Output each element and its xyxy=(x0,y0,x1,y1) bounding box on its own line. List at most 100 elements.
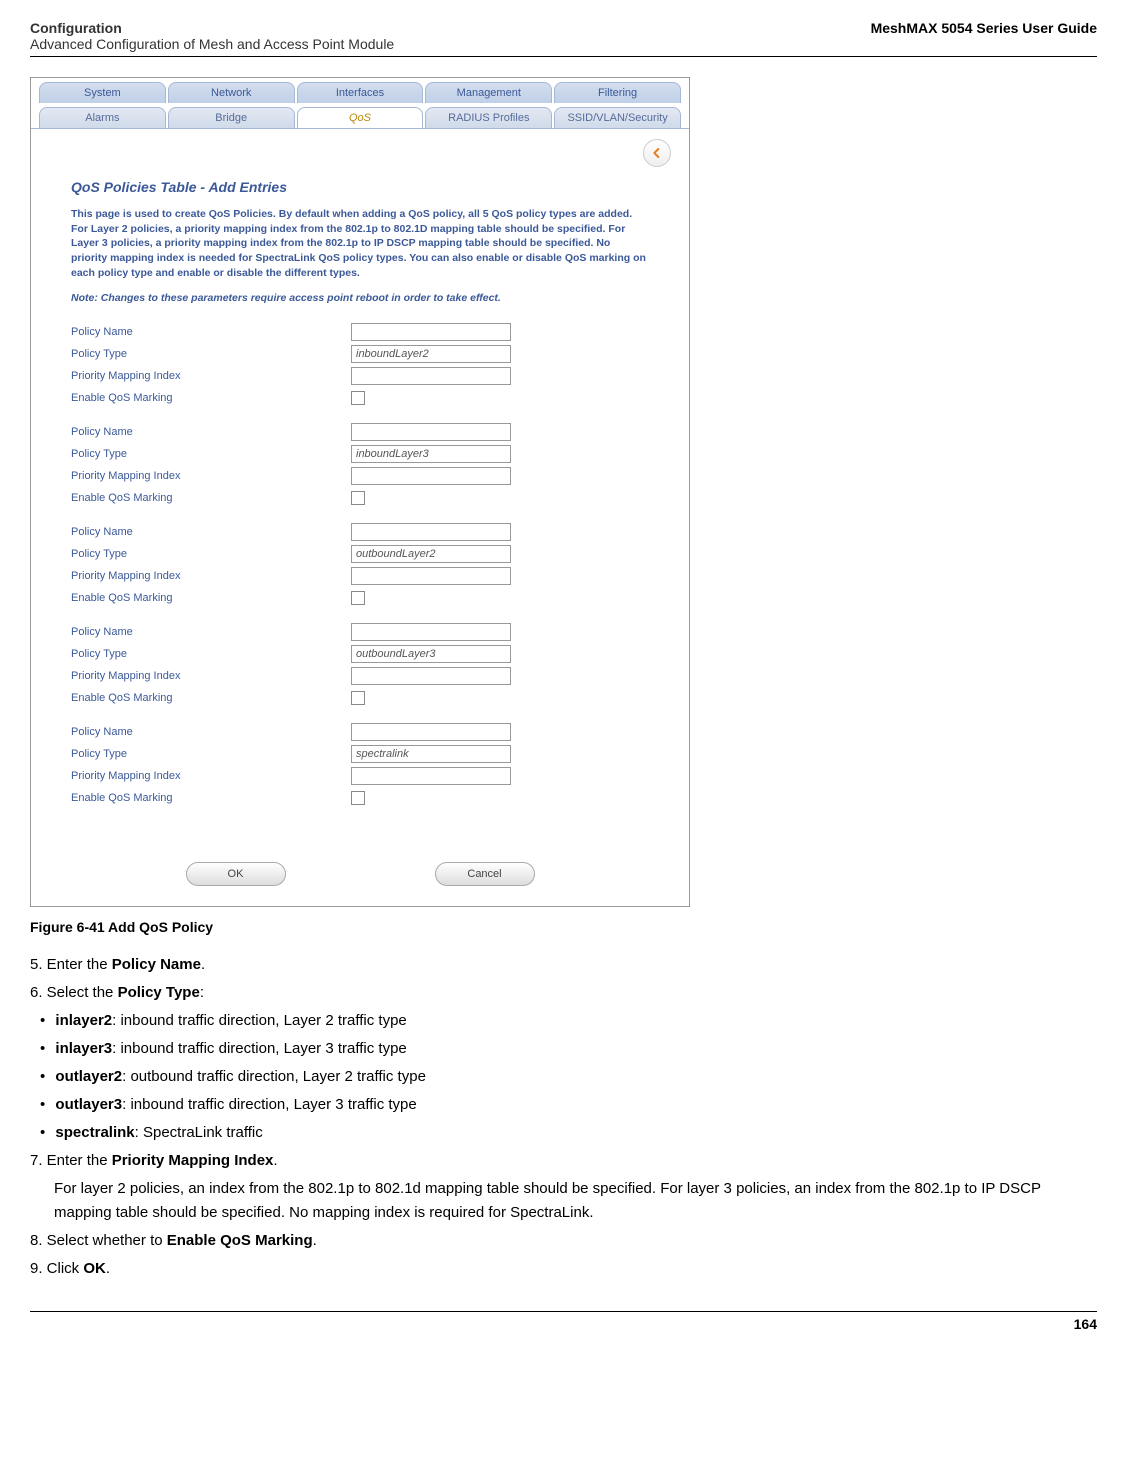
label-enable-qos: Enable QoS Marking xyxy=(71,592,351,604)
input-priority-mapping[interactable] xyxy=(351,567,511,585)
label-priority-mapping: Priority Mapping Index xyxy=(71,770,351,782)
input-policy-type[interactable] xyxy=(351,345,511,363)
tab-network[interactable]: Network xyxy=(168,82,295,103)
button-row: OK Cancel xyxy=(31,842,689,906)
step-9-suffix: . xyxy=(106,1260,110,1277)
bullet-outlayer2: outlayer2: outbound traffic direction, L… xyxy=(54,1065,1097,1089)
form-row-enable-qos: Enable QoS Marking xyxy=(71,488,649,508)
checkbox-enable-qos[interactable] xyxy=(351,691,365,705)
form-row-policy-type: Policy Type xyxy=(71,344,649,364)
bullet-bold: outlayer3 xyxy=(55,1096,122,1113)
form-row-policy-name: Policy Name xyxy=(71,522,649,542)
input-priority-mapping[interactable] xyxy=(351,667,511,685)
step-5: 5. Enter the Policy Name. xyxy=(30,953,1097,977)
bullet-outlayer3: outlayer3: inbound traffic direction, La… xyxy=(54,1093,1097,1117)
label-policy-name: Policy Name xyxy=(71,326,351,338)
step-7: 7. Enter the Priority Mapping Index. xyxy=(30,1149,1097,1173)
tab-interfaces[interactable]: Interfaces xyxy=(297,82,424,103)
tab-content: QoS Policies Table - Add Entries This pa… xyxy=(31,128,689,906)
tab-management[interactable]: Management xyxy=(425,82,552,103)
checkbox-enable-qos[interactable] xyxy=(351,791,365,805)
form-row-policy-type: Policy Type xyxy=(71,744,649,764)
bullet-bold: inlayer2 xyxy=(55,1012,112,1029)
input-priority-mapping[interactable] xyxy=(351,467,511,485)
label-policy-type: Policy Type xyxy=(71,448,351,460)
input-policy-type[interactable] xyxy=(351,445,511,463)
doc-steps: 5. Enter the Policy Name. 6. Select the … xyxy=(30,953,1097,1281)
bullet-rest: : inbound traffic direction, Layer 3 tra… xyxy=(112,1040,407,1057)
bullet-bold: spectralink xyxy=(55,1124,134,1141)
content-area: QoS Policies Table - Add Entries This pa… xyxy=(31,167,689,842)
input-policy-type[interactable] xyxy=(351,545,511,563)
sub-tabs-row: Alarms Bridge QoS RADIUS Profiles SSID/V… xyxy=(31,103,689,128)
input-policy-name[interactable] xyxy=(351,423,511,441)
input-policy-type[interactable] xyxy=(351,745,511,763)
back-button[interactable] xyxy=(643,139,671,167)
form-row-policy-name: Policy Name xyxy=(71,722,649,742)
cancel-button[interactable]: Cancel xyxy=(435,862,535,886)
form-row-enable-qos: Enable QoS Marking xyxy=(71,588,649,608)
form-row-policy-name: Policy Name xyxy=(71,422,649,442)
bullet-inlayer3: inlayer3: inbound traffic direction, Lay… xyxy=(54,1037,1097,1061)
checkbox-enable-qos[interactable] xyxy=(351,391,365,405)
step-7-detail: For layer 2 policies, an index from the … xyxy=(54,1177,1097,1225)
tab-ssid-vlan-security[interactable]: SSID/VLAN/Security xyxy=(554,107,681,128)
label-policy-name: Policy Name xyxy=(71,626,351,638)
label-priority-mapping: Priority Mapping Index xyxy=(71,670,351,682)
label-enable-qos: Enable QoS Marking xyxy=(71,792,351,804)
form-row-enable-qos: Enable QoS Marking xyxy=(71,388,649,408)
form-row-priority-mapping: Priority Mapping Index xyxy=(71,566,649,586)
label-policy-type: Policy Type xyxy=(71,548,351,560)
checkbox-enable-qos[interactable] xyxy=(351,591,365,605)
tab-bridge[interactable]: Bridge xyxy=(168,107,295,128)
form-row-enable-qos: Enable QoS Marking xyxy=(71,788,649,808)
page-footer: 164 xyxy=(30,1311,1097,1332)
label-policy-type: Policy Type xyxy=(71,748,351,760)
page-header: Configuration Advanced Configuration of … xyxy=(30,20,1097,57)
header-right: MeshMAX 5054 Series User Guide xyxy=(871,20,1097,36)
form-row-priority-mapping: Priority Mapping Index xyxy=(71,466,649,486)
tab-filtering[interactable]: Filtering xyxy=(554,82,681,103)
tab-system[interactable]: System xyxy=(39,82,166,103)
label-policy-type: Policy Type xyxy=(71,648,351,660)
step-8-bold: Enable QoS Marking xyxy=(167,1232,313,1249)
page-number: 164 xyxy=(1074,1316,1097,1332)
form-row-priority-mapping: Priority Mapping Index xyxy=(71,766,649,786)
bullet-rest: : inbound traffic direction, Layer 2 tra… xyxy=(112,1012,407,1029)
checkbox-enable-qos[interactable] xyxy=(351,491,365,505)
app-screenshot: System Network Interfaces Management Fil… xyxy=(30,77,690,907)
policy-group: Policy Name Policy Type Priority Mapping… xyxy=(71,422,649,508)
input-policy-name[interactable] xyxy=(351,323,511,341)
form-row-policy-type: Policy Type xyxy=(71,644,649,664)
label-priority-mapping: Priority Mapping Index xyxy=(71,370,351,382)
form-row-policy-type: Policy Type xyxy=(71,444,649,464)
input-priority-mapping[interactable] xyxy=(351,367,511,385)
policy-group: Policy Name Policy Type Priority Mapping… xyxy=(71,622,649,708)
policy-group: Policy Name Policy Type Priority Mapping… xyxy=(71,322,649,408)
content-description: This page is used to create QoS Policies… xyxy=(71,207,649,280)
form-row-policy-name: Policy Name xyxy=(71,622,649,642)
tab-radius-profiles[interactable]: RADIUS Profiles xyxy=(425,107,552,128)
tab-qos[interactable]: QoS xyxy=(297,107,424,128)
bullet-rest: : outbound traffic direction, Layer 2 tr… xyxy=(122,1068,426,1085)
step-9-bold: OK xyxy=(83,1260,106,1277)
input-policy-name[interactable] xyxy=(351,623,511,641)
step-7-prefix: 7. Enter the xyxy=(30,1152,112,1169)
bullet-inlayer2: inlayer2: inbound traffic direction, Lay… xyxy=(54,1009,1097,1033)
bullet-rest: : inbound traffic direction, Layer 3 tra… xyxy=(122,1096,417,1113)
step-6-bold: Policy Type xyxy=(118,984,200,1001)
input-priority-mapping[interactable] xyxy=(351,767,511,785)
form-row-policy-name: Policy Name xyxy=(71,322,649,342)
form-row-priority-mapping: Priority Mapping Index xyxy=(71,666,649,686)
input-policy-type[interactable] xyxy=(351,645,511,663)
input-policy-name[interactable] xyxy=(351,723,511,741)
ok-button[interactable]: OK xyxy=(186,862,286,886)
label-enable-qos: Enable QoS Marking xyxy=(71,392,351,404)
step-5-bold: Policy Name xyxy=(112,956,201,973)
step-8-prefix: 8. Select whether to xyxy=(30,1232,167,1249)
input-policy-name[interactable] xyxy=(351,523,511,541)
tab-alarms[interactable]: Alarms xyxy=(39,107,166,128)
bullet-bold: inlayer3 xyxy=(55,1040,112,1057)
figure-caption: Figure 6-41 Add QoS Policy xyxy=(30,919,1097,935)
header-subtitle: Advanced Configuration of Mesh and Acces… xyxy=(30,36,394,52)
